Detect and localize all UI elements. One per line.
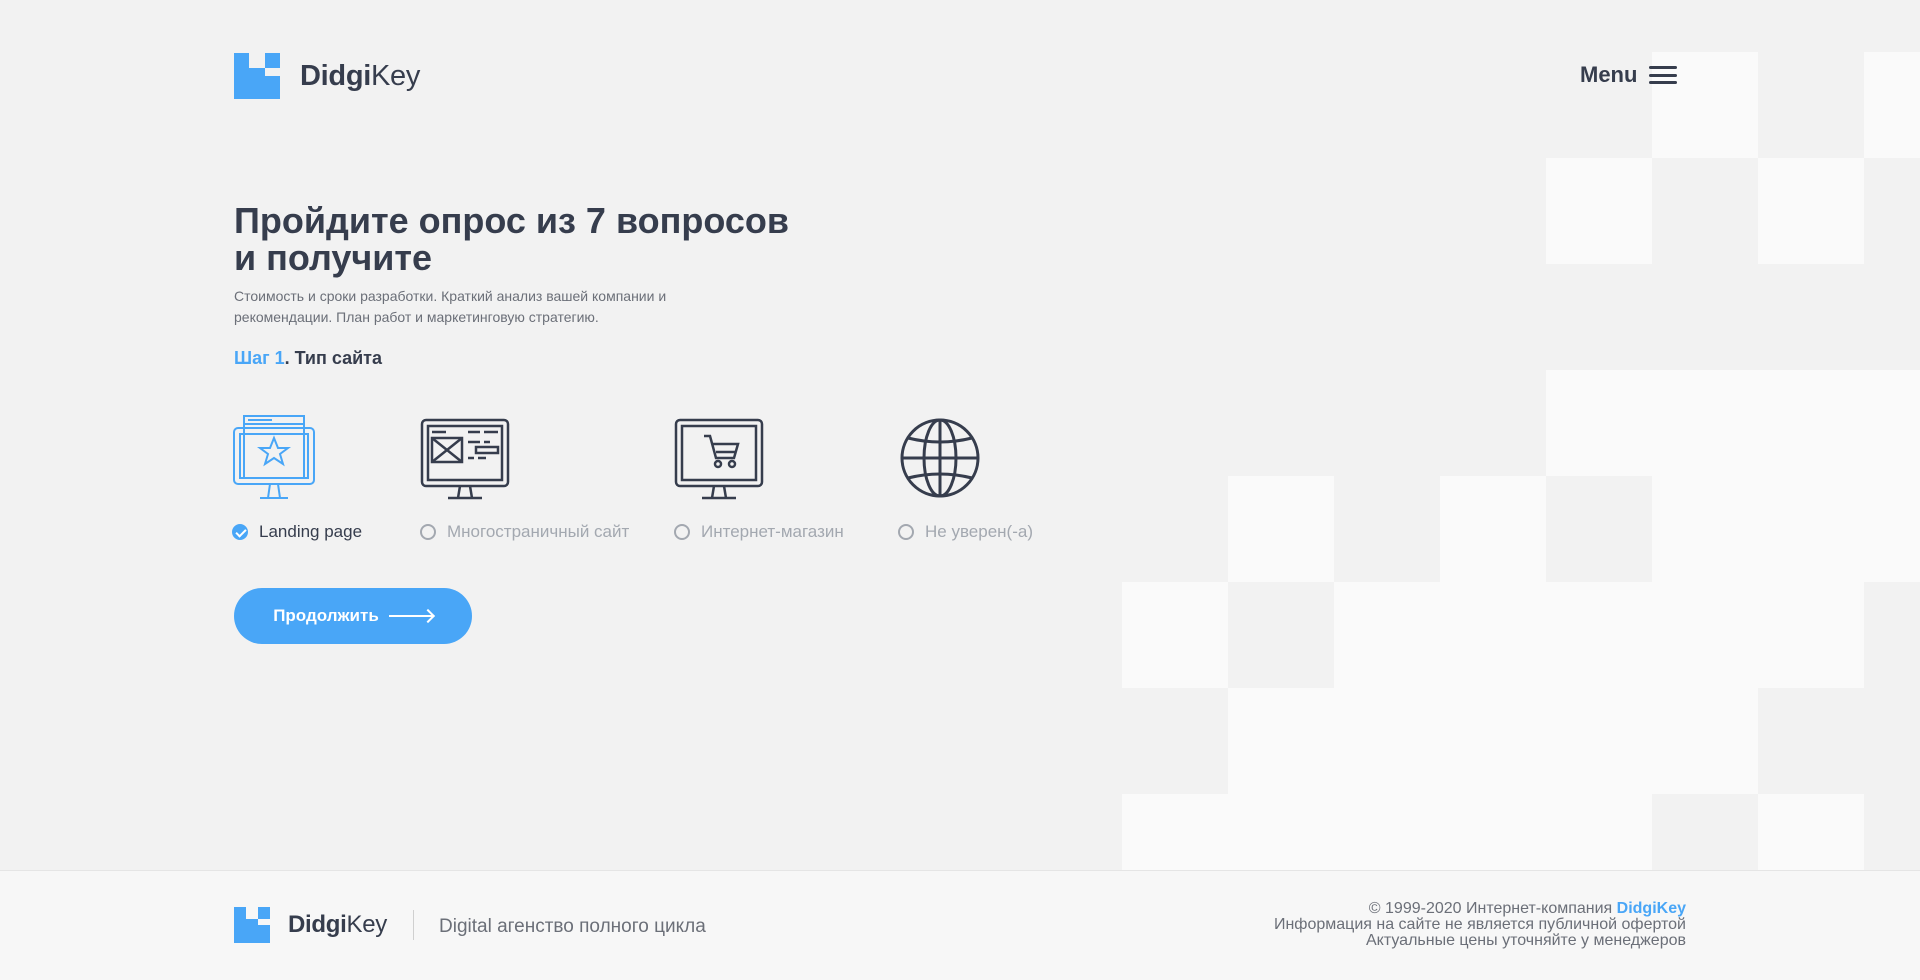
option-not-sure[interactable]: Не уверен(-а) (898, 414, 1033, 541)
logo-icon (234, 907, 270, 943)
option-label: Не уверен(-а) (925, 522, 1033, 541)
footer: DidgiKey Digital агенство полного цикла … (0, 870, 1920, 980)
step-title: . Тип сайта (284, 348, 382, 368)
globe-icon (900, 418, 980, 498)
continue-label: Продолжить (273, 606, 379, 625)
radio-unchecked[interactable] (674, 524, 690, 540)
online-store-icon (674, 418, 764, 500)
radio-unchecked[interactable] (898, 524, 914, 540)
page-title: Пройдите опрос из 7 вопросов и получите (234, 200, 789, 278)
footer-legal: © 1999-2020 Интернет-компания DidgiKey И… (1274, 901, 1686, 949)
option-radio-row[interactable]: Не уверен(-а) (898, 522, 1033, 542)
continue-button[interactable]: Продолжить (234, 588, 472, 644)
menu-label: Menu (1580, 62, 1638, 87)
option-label: Landing page (259, 522, 363, 541)
option-landing-page[interactable]: Landing page (232, 414, 362, 541)
logo-icon (234, 53, 280, 99)
footer-tagline: Digital агенство полного цикла (439, 916, 706, 937)
option-radio-row[interactable]: Интернет-магазин (674, 522, 844, 542)
option-multipage-site[interactable]: Многостраничный сайт (420, 414, 629, 541)
step-number: Шаг 1 (234, 348, 285, 368)
option-label: Многостраничный сайт (447, 522, 630, 541)
arrow-right-icon (388, 615, 433, 617)
radio-checked[interactable] (232, 524, 248, 540)
option-online-store[interactable]: Интернет-магазин (674, 414, 844, 541)
hamburger-icon (1649, 66, 1678, 84)
option-radio-row[interactable]: Landing page (232, 522, 362, 542)
option-radio-row[interactable]: Многостраничный сайт (420, 522, 629, 542)
footer-price-note: Актуальные цены уточняйте у менеджеров (1365, 932, 1686, 949)
landing-page-icon (233, 415, 315, 499)
option-label: Интернет-магазин (701, 522, 844, 541)
page-subtitle: Стоимость и сроки разработки. Краткий ан… (234, 288, 667, 325)
footer-divider (413, 910, 414, 940)
step-heading: Шаг 1. Тип сайта (234, 348, 382, 369)
footer-offer-note: Информация на сайте не является публично… (1273, 916, 1686, 933)
footer-copyright: © 1999-2020 Интернет-компания DidgiKey (1368, 900, 1686, 917)
logo-text: DidgiKey (288, 911, 387, 938)
multipage-site-icon (420, 418, 510, 500)
logo-text: DidgiKey (300, 59, 421, 92)
footer-brand-link[interactable]: DidgiKey (1617, 900, 1686, 917)
header-logo[interactable]: DidgiKey (234, 53, 420, 99)
menu-button[interactable]: Menu (1580, 62, 1678, 88)
radio-unchecked[interactable] (420, 524, 436, 540)
footer-logo[interactable]: DidgiKey (234, 907, 387, 943)
